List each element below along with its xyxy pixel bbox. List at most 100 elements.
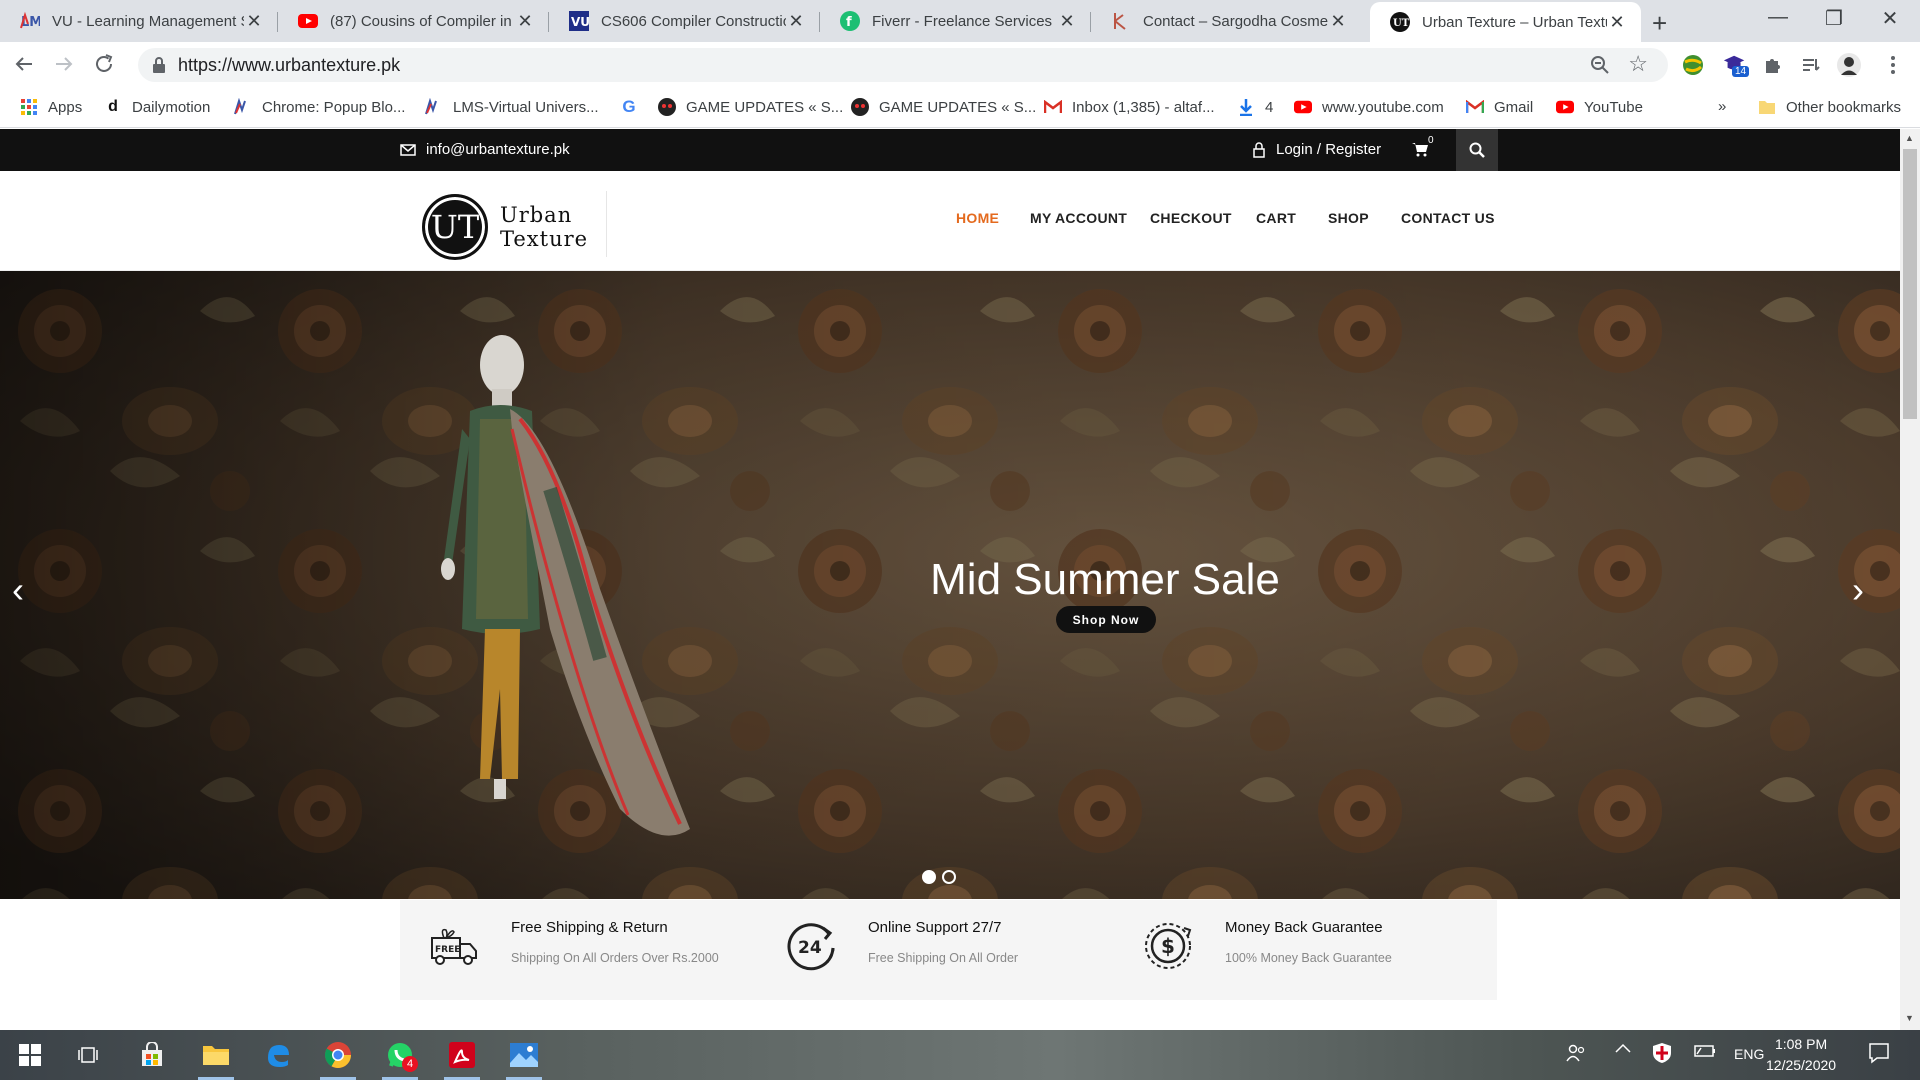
task-view-button[interactable]: [68, 1038, 108, 1072]
nav-checkout[interactable]: CHECKOUT: [1150, 210, 1232, 226]
tab-sargodha[interactable]: Contact – Sargodha Cosmetics ✕: [1091, 0, 1362, 42]
browser-menu-icon[interactable]: [1880, 52, 1906, 78]
extensions-puzzle-icon[interactable]: [1760, 52, 1786, 78]
forward-button[interactable]: [52, 52, 82, 76]
tab-cs606[interactable]: VU CS606 Compiler Construction ✕: [549, 0, 820, 42]
logo-line-1: Urban: [500, 203, 573, 227]
bookmark-lms-vu[interactable]: LMS-Virtual Univers...: [425, 98, 599, 116]
minimize-button[interactable]: —: [1754, 6, 1802, 29]
bookmark-dailymotion[interactable]: d Dailymotion: [104, 98, 210, 116]
reading-list-icon[interactable]: [1798, 52, 1824, 78]
tab-title: Urban Texture – Urban Texture: [1422, 13, 1607, 31]
windows-taskbar: 4 ENG 1:08 PM 12/25/2020: [0, 1030, 1920, 1080]
extension-badge: 14: [1732, 66, 1750, 77]
nav-contact-us[interactable]: CONTACT US: [1401, 210, 1495, 226]
profile-avatar-icon[interactable]: [1836, 52, 1862, 78]
globe-extension-icon[interactable]: [1680, 52, 1706, 78]
bookmark-youtube-com[interactable]: www.youtube.com: [1294, 98, 1444, 116]
back-button[interactable]: [12, 52, 42, 76]
tab-urban-texture[interactable]: UT Urban Texture – Urban Texture ✕: [1370, 2, 1641, 42]
scroll-up-icon[interactable]: ▲: [1905, 133, 1914, 143]
taskbar-chrome[interactable]: [318, 1038, 358, 1080]
close-window-button[interactable]: ✕: [1866, 6, 1914, 31]
tab-vu-lms[interactable]: LMS VU - Learning Management System ✕: [0, 0, 278, 42]
feature-strip: FREE Free Shipping & Return Shipping On …: [400, 900, 1497, 1000]
close-tab-icon[interactable]: ✕: [244, 11, 264, 32]
scrollbar-thumb[interactable]: [1903, 149, 1917, 419]
tab-youtube-compiler[interactable]: (87) Cousins of Compiler in Hindi ✕: [278, 0, 549, 42]
slider-next-icon[interactable]: ›: [1852, 569, 1864, 611]
reload-icon: [96, 54, 113, 72]
logo-divider: [606, 191, 607, 257]
system-clock[interactable]: 1:08 PM 12/25/2020: [1766, 1034, 1836, 1076]
people-icon[interactable]: [1566, 1044, 1586, 1062]
slider-dot-2[interactable]: [942, 870, 956, 884]
language-indicator[interactable]: ENG: [1734, 1046, 1764, 1062]
graduation-extension-icon[interactable]: 14: [1722, 52, 1750, 78]
feature-title: Online Support 27/7: [868, 919, 1002, 936]
bookmark-label: Apps: [48, 98, 83, 116]
header-cart-button[interactable]: 0: [1412, 135, 1434, 157]
taskbar-file-explorer[interactable]: [196, 1038, 236, 1080]
close-tab-icon[interactable]: ✕: [1328, 11, 1348, 32]
site-logo[interactable]: UT Urban Texture: [422, 194, 588, 260]
page-scrollbar[interactable]: ▲ ▼: [1900, 129, 1920, 1030]
support-24-icon: 24: [787, 923, 835, 971]
nav-home[interactable]: HOME: [956, 210, 999, 226]
restore-button[interactable]: ❐: [1810, 6, 1858, 31]
close-tab-icon[interactable]: ✕: [786, 11, 806, 32]
show-hidden-icons-icon[interactable]: [1614, 1042, 1632, 1054]
search-button[interactable]: [1456, 129, 1498, 171]
sargodha-icon: [1111, 11, 1131, 31]
svg-text:24: 24: [798, 938, 822, 958]
bookmark-star-icon[interactable]: ☆: [1628, 51, 1648, 77]
bookmark-popup-blocker[interactable]: Chrome: Popup Blo...: [234, 98, 405, 116]
zoom-icon[interactable]: [1590, 55, 1610, 75]
new-tab-button[interactable]: +: [1652, 8, 1667, 39]
lms-icon: [234, 98, 252, 116]
bookmark-label: Gmail: [1494, 98, 1534, 116]
close-tab-icon[interactable]: ✕: [1607, 12, 1627, 33]
login-register-link[interactable]: Login / Register: [1252, 141, 1381, 158]
bookmark-apps[interactable]: Apps: [20, 98, 82, 116]
bookmark-google[interactable]: G: [620, 97, 648, 116]
other-bookmarks-folder[interactable]: Other bookmarks: [1758, 98, 1901, 116]
bookmarks-bar: Apps d Dailymotion Chrome: Popup Blo... …: [0, 88, 1920, 128]
bookmark-youtube[interactable]: YouTube: [1556, 98, 1643, 116]
bookmark-inbox[interactable]: Inbox (1,385) - altaf...: [1044, 98, 1215, 116]
security-shield-icon[interactable]: [1652, 1042, 1672, 1064]
clock-date: 12/25/2020: [1766, 1057, 1837, 1073]
bookmark-game-updates-1[interactable]: GAME UPDATES « S...: [658, 98, 843, 116]
slider-dot-1[interactable]: [922, 870, 936, 884]
taskbar-whatsapp[interactable]: 4: [380, 1038, 420, 1080]
nav-shop[interactable]: SHOP: [1328, 210, 1369, 226]
slider-prev-icon[interactable]: ‹: [12, 569, 24, 611]
tab-fiverr[interactable]: f Fiverr - Freelance Services Marketplac…: [820, 0, 1091, 42]
login-text: Login / Register: [1276, 141, 1382, 158]
close-tab-icon[interactable]: ✕: [1057, 11, 1077, 32]
email-link[interactable]: info@urbantexture.pk: [400, 141, 570, 158]
search-icon: [1469, 142, 1485, 158]
bookmark-gmail[interactable]: Gmail: [1466, 98, 1533, 116]
clock-time: 1:08 PM: [1774, 1036, 1828, 1052]
taskbar-acrobat[interactable]: [442, 1038, 482, 1080]
close-tab-icon[interactable]: ✕: [515, 11, 535, 32]
site-topbar: info@urbantexture.pk Login / Register 0: [0, 129, 1900, 171]
bookmark-game-updates-2[interactable]: GAME UPDATES « S...: [851, 98, 1036, 116]
address-bar[interactable]: https://www.urbantexture.pk ☆: [138, 48, 1668, 82]
scroll-down-icon[interactable]: ▼: [1905, 1013, 1914, 1023]
taskbar-edge[interactable]: [258, 1038, 298, 1072]
more-bookmarks-button[interactable]: »: [1718, 98, 1726, 115]
nav-my-account[interactable]: MY ACCOUNT: [1030, 210, 1127, 226]
bookmark-download[interactable]: 4: [1237, 98, 1273, 116]
start-button[interactable]: [10, 1038, 50, 1072]
taskbar-store[interactable]: [132, 1038, 172, 1072]
shop-now-button[interactable]: Shop Now: [1056, 606, 1156, 633]
nav-cart[interactable]: CART: [1256, 210, 1296, 226]
bookmark-label: www.youtube.com: [1322, 98, 1444, 116]
battery-icon[interactable]: [1694, 1044, 1716, 1058]
download-icon: [1237, 98, 1255, 116]
taskbar-photos[interactable]: [504, 1038, 544, 1080]
action-center-icon[interactable]: [1868, 1042, 1890, 1064]
reload-button[interactable]: [92, 52, 122, 76]
